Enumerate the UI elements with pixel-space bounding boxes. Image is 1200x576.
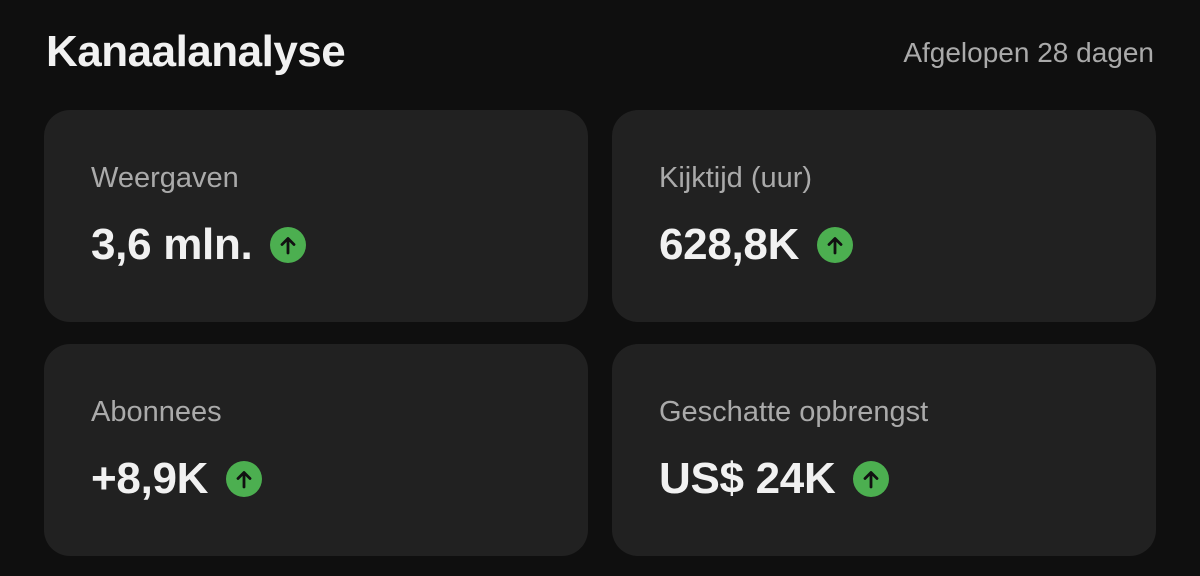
- arrow-up-icon: [270, 227, 307, 263]
- metric-value-row: US$ 24K: [659, 454, 1110, 504]
- metric-value: US$ 24K: [659, 454, 836, 503]
- metrics-grid: Weergaven 3,6 mln. Kijktijd (uur) 628,8K…: [44, 110, 1156, 556]
- metric-card-watch-time[interactable]: Kijktijd (uur) 628,8K: [612, 110, 1156, 322]
- metric-value-row: 3,6 mln.: [91, 220, 542, 270]
- arrow-up-icon: [226, 461, 263, 497]
- page-title: Kanaalanalyse: [46, 27, 346, 76]
- metric-card-revenue[interactable]: Geschatte opbrengst US$ 24K: [612, 344, 1156, 556]
- metric-value: 3,6 mln.: [91, 220, 253, 269]
- metric-label: Abonnees: [91, 396, 222, 428]
- metric-card-views[interactable]: Weergaven 3,6 mln.: [44, 110, 588, 322]
- metric-value: +8,9K: [91, 454, 209, 503]
- metric-label: Weergaven: [91, 162, 239, 194]
- metric-value-row: 628,8K: [659, 220, 1110, 270]
- analytics-header: Kanaalanalyse Afgelopen 28 dagen: [46, 22, 1154, 82]
- metric-value: 628,8K: [659, 220, 800, 269]
- arrow-up-icon: [817, 227, 854, 263]
- arrow-up-icon: [853, 461, 890, 497]
- metric-card-subscribers[interactable]: Abonnees +8,9K: [44, 344, 588, 556]
- date-range-label[interactable]: Afgelopen 28 dagen: [903, 35, 1154, 69]
- metric-value-row: +8,9K: [91, 454, 542, 504]
- metric-label: Geschatte opbrengst: [659, 396, 929, 428]
- metric-label: Kijktijd (uur): [659, 162, 813, 194]
